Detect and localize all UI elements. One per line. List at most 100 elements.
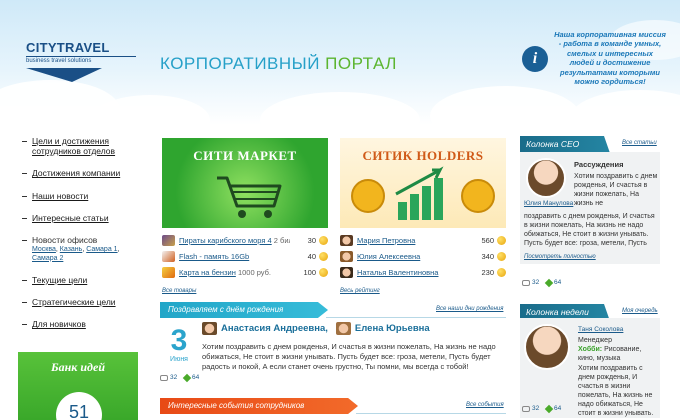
week-person-role: Менеджер	[578, 337, 612, 344]
coins-growth-icon	[351, 166, 495, 220]
ceo-article-excerpt: Хотим поздравить с днем рожденья, И счас…	[574, 173, 658, 208]
portal-title-main: КОРПОРАТИВНЫЙ	[160, 54, 320, 73]
list-item[interactable]: Юлия Алексеевна 340	[340, 248, 506, 264]
birthday-people: Анастасия Андреевна, Елена Юрьевна	[202, 322, 430, 335]
product-extra: 1000 руб.	[237, 267, 272, 277]
holder-name[interactable]: Мария Петровна	[357, 236, 415, 245]
city-link-samara-2[interactable]: Самара 2	[32, 255, 63, 262]
holder-score: 230	[481, 267, 494, 277]
list-item[interactable]: Пираты карибского моря 4 2 билета 30	[162, 232, 328, 248]
holders-title: СИТИК HOLDERS	[362, 148, 484, 163]
divider	[356, 413, 506, 414]
events-section-header: Интересные события сотрудников	[160, 398, 358, 414]
nav-link-strategic[interactable]: Стратегические цели	[32, 297, 116, 307]
nav-link-news[interactable]: Наши новости	[32, 191, 88, 201]
city-link-moscow[interactable]: Москва	[32, 246, 56, 253]
birthday-day: 3	[170, 324, 188, 357]
week-person-name[interactable]: Таня Соколова	[578, 326, 623, 333]
like-count[interactable]: 64	[182, 373, 200, 382]
logo[interactable]: CITYTRAVEL business travel solutions	[26, 40, 136, 86]
all-articles-link[interactable]: Все статьи	[622, 140, 657, 146]
ceo-column: Рассуждения Хотим поздравить с днем рожд…	[520, 152, 660, 264]
avatar	[340, 234, 353, 246]
nav-link-newbies[interactable]: Для новичков	[32, 319, 86, 329]
product-name[interactable]: Пираты карибского моря 4	[179, 236, 272, 245]
nav-link-achievements[interactable]: Достижения компании	[32, 168, 120, 178]
nav-item-news: Наши новости	[22, 191, 144, 201]
like-count[interactable]: 64	[544, 404, 561, 413]
nav-item-achievements: Достижения компании	[22, 168, 144, 178]
avatar	[335, 322, 351, 335]
birthday-person-1[interactable]: Анастасия Андреевна,	[221, 323, 328, 334]
nav-item-current: Текущие цели	[22, 275, 144, 285]
like-count[interactable]: 64	[544, 278, 561, 287]
left-nav: Цели и достижения сотрудников отделов До…	[22, 136, 144, 341]
holder-score: 560	[481, 235, 494, 245]
avatar	[524, 324, 570, 370]
like-icon	[544, 404, 554, 413]
like-icon	[182, 373, 192, 382]
hobby-label: Хобби:	[578, 346, 603, 353]
nav-link-articles[interactable]: Интересные статьи	[32, 213, 109, 223]
week-person-hobby: Хобби: Рисование, кино, музыка	[578, 345, 658, 363]
ceo-article-body: поздравить с днем рожденья, И счастья в …	[524, 213, 655, 248]
divider	[326, 317, 506, 318]
comment-count-value: 32	[532, 405, 540, 412]
product-price: 100	[303, 267, 316, 277]
nav-item-newbies: Для новичков	[22, 319, 144, 329]
read-more-link[interactable]: Посмотреть полностью	[524, 254, 596, 260]
nav-link-current[interactable]: Текущие цели	[32, 275, 87, 285]
nav-item-offices: Новости офисов Москва, Казань, Самара 1,…	[22, 235, 144, 263]
coin-icon	[497, 251, 506, 261]
holders-banner[interactable]: СИТИК HOLDERS	[340, 138, 506, 228]
city-link-kazan[interactable]: Казань	[60, 246, 83, 253]
product-name[interactable]: Карта на бензин	[179, 268, 236, 277]
all-products-link[interactable]: Все товары	[162, 288, 196, 294]
product-name[interactable]: Flash - память 16Gb	[179, 252, 249, 261]
header: CITYTRAVEL business travel solutions КОР…	[0, 0, 680, 125]
city-market-title: СИТИ МАРКЕТ	[193, 148, 297, 163]
list-item[interactable]: Flash - память 16Gb 40	[162, 248, 328, 264]
birthday-person-2[interactable]: Елена Юрьевна	[355, 323, 430, 334]
info-icon[interactable]: i	[522, 46, 548, 72]
all-birthdays-link[interactable]: Все наши дни рождения	[436, 306, 503, 312]
avatar	[526, 158, 566, 198]
idea-bank-count: 51	[56, 392, 102, 420]
coin-icon	[497, 267, 506, 277]
avatar	[202, 322, 217, 335]
like-count-value: 64	[192, 374, 200, 381]
coin-icon	[497, 235, 506, 245]
nav-item-goals: Цели и достижения сотрудников отделов	[22, 136, 144, 156]
all-events-link[interactable]: Все события	[466, 402, 504, 408]
holder-name[interactable]: Юлия Алексеевна	[357, 252, 420, 261]
birthday-month: Июня	[170, 356, 188, 363]
city-market-banner[interactable]: СИТИ МАРКЕТ	[162, 138, 328, 228]
my-turn-link[interactable]: Моя очередь	[622, 308, 658, 314]
product-price: 40	[307, 251, 316, 261]
holder-name[interactable]: Наталья Валентиновна	[357, 268, 438, 277]
birthday-date: 3 Июня	[164, 324, 194, 364]
birthday-section-header: Поздравляем с днём рождения	[160, 302, 328, 318]
idea-bank-widget[interactable]: Банк идей 51	[18, 352, 138, 420]
product-price: 30	[307, 235, 316, 245]
birthday-message: Хотим поздравить с днем рожденья, И счас…	[202, 342, 496, 371]
idea-bank-title: Банк идей	[51, 360, 105, 374]
week-column: Таня Соколова Менеджер Хобби: Рисование,…	[520, 318, 660, 418]
ceo-name-link[interactable]: Юлия Манулова	[524, 200, 573, 207]
market-list: Пираты карибского моря 4 2 билета 30 Fla…	[162, 232, 328, 280]
shopping-cart-icon	[217, 176, 282, 218]
list-item[interactable]: Наталья Валентиновна 230	[340, 264, 506, 280]
product-thumbnail	[162, 250, 175, 262]
avatar	[340, 266, 353, 278]
list-item[interactable]: Мария Петровна 560	[340, 232, 506, 248]
comment-count[interactable]: 32	[522, 279, 539, 286]
comment-count[interactable]: 32	[160, 374, 177, 381]
full-rating-link[interactable]: Весь рейтинг	[340, 288, 380, 294]
comment-count-value: 32	[532, 279, 540, 286]
list-item[interactable]: Карта на бензин 1000 руб. 100	[162, 264, 328, 280]
nav-link-goals[interactable]: Цели и достижения сотрудников отделов	[32, 136, 115, 156]
city-link-samara-1[interactable]: Самара 1	[86, 246, 117, 253]
ceo-article-title: Рассуждения	[574, 160, 624, 169]
product-thumbnail	[162, 234, 175, 246]
comment-count[interactable]: 32	[522, 405, 539, 412]
